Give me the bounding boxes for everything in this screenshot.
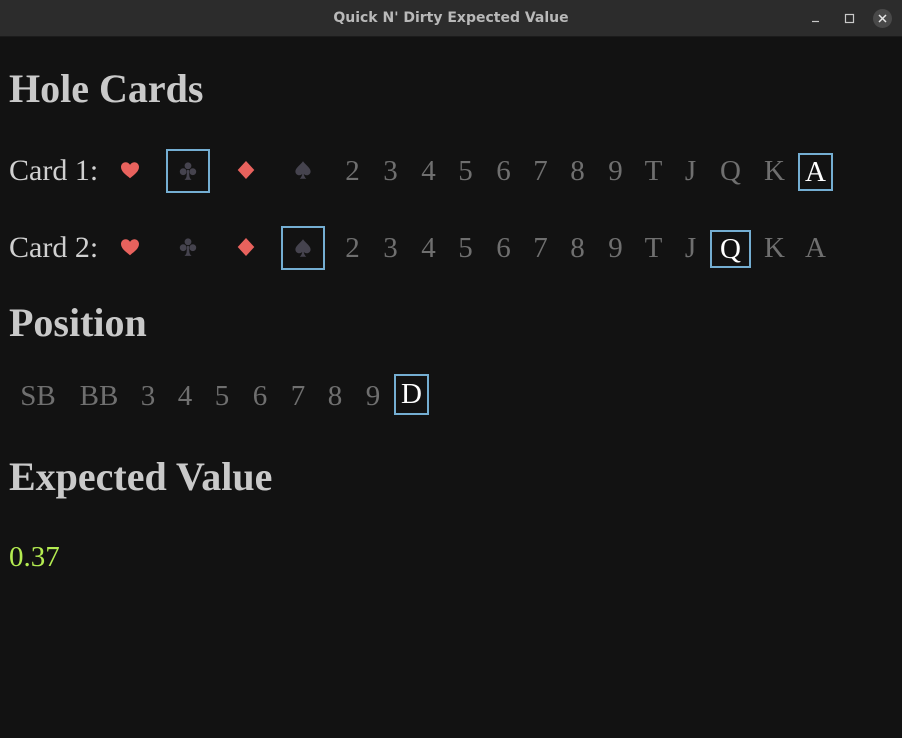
spade-icon xyxy=(295,161,311,179)
diamond-icon xyxy=(237,238,255,256)
card-2-rank-j-button[interactable]: J xyxy=(671,225,710,271)
card-1-rank-6-button[interactable]: 6 xyxy=(484,148,523,194)
minimize-icon xyxy=(812,20,819,23)
position-7-button[interactable]: 7 xyxy=(283,373,313,419)
window-titlebar[interactable]: Quick N' Dirty Expected Value xyxy=(0,0,902,37)
card-2-suit-club-button[interactable] xyxy=(166,225,210,269)
card-1-suit-diamond-button[interactable] xyxy=(224,148,268,192)
card-2-suit-heart-button[interactable] xyxy=(108,225,152,269)
maximize-button[interactable] xyxy=(840,9,859,28)
card-1-rank-2-button[interactable]: 2 xyxy=(333,148,372,194)
card-2-rank-8-button[interactable]: 8 xyxy=(558,225,597,271)
expected-value-heading: Expected Value xyxy=(9,454,273,499)
card-1-rank-q-button[interactable]: Q xyxy=(710,148,751,194)
position-row: SB BB 3 4 5 6 7 8 9 D xyxy=(0,373,902,419)
card-1-rank-7-button[interactable]: 7 xyxy=(521,148,560,194)
expected-value-output: 0.37 xyxy=(9,541,60,573)
hole-cards-heading: Hole Cards xyxy=(9,66,204,111)
card-2-label: Card 2: xyxy=(9,231,99,264)
position-heading: Position xyxy=(9,300,147,345)
card-1-rank-8-button[interactable]: 8 xyxy=(558,148,597,194)
position-5-button[interactable]: 5 xyxy=(207,373,237,419)
card-1-rank-t-button[interactable]: T xyxy=(634,148,673,194)
card-2-suit-spade-button[interactable] xyxy=(281,226,325,270)
card-2-rank-3-button[interactable]: 3 xyxy=(371,225,410,271)
card-1-rank-a-button[interactable]: A xyxy=(798,153,833,191)
card-1-rank-4-button[interactable]: 4 xyxy=(409,148,448,194)
minimize-button[interactable] xyxy=(806,9,825,28)
card-1-rank-k-button[interactable]: K xyxy=(754,148,795,194)
app-content: Hole Cards Card 1: 23456789TJQKA Card 2:… xyxy=(0,37,902,738)
card-2-rank-k-button[interactable]: K xyxy=(754,225,795,271)
card-2-rank-7-button[interactable]: 7 xyxy=(521,225,560,271)
heart-icon xyxy=(121,239,139,256)
position-d-button[interactable]: D xyxy=(394,374,429,415)
card-1-rank-3-button[interactable]: 3 xyxy=(371,148,410,194)
close-button[interactable] xyxy=(873,9,892,28)
card-1-rank-5-button[interactable]: 5 xyxy=(446,148,485,194)
position-sb-button[interactable]: SB xyxy=(12,373,64,419)
position-8-button[interactable]: 8 xyxy=(320,373,350,419)
card-1-suit-heart-button[interactable] xyxy=(108,148,152,192)
card-1-rank-9-button[interactable]: 9 xyxy=(596,148,635,194)
maximize-icon xyxy=(844,13,855,24)
card-2-rank-t-button[interactable]: T xyxy=(634,225,673,271)
heart-icon xyxy=(121,162,139,179)
card-1-rank-j-button[interactable]: J xyxy=(671,148,710,194)
card-1-label: Card 1: xyxy=(9,154,99,187)
card-2-rank-q-button[interactable]: Q xyxy=(710,230,751,268)
club-icon xyxy=(179,238,197,256)
position-6-button[interactable]: 6 xyxy=(245,373,275,419)
card-2-rank-4-button[interactable]: 4 xyxy=(409,225,448,271)
window-title: Quick N' Dirty Expected Value xyxy=(333,10,569,26)
card-2-row: Card 2: 23456789TJQKA xyxy=(0,225,902,271)
club-icon xyxy=(179,162,197,180)
position-bb-button[interactable]: BB xyxy=(74,373,124,419)
card-2-suit-diamond-button[interactable] xyxy=(224,225,268,269)
spade-icon xyxy=(295,239,311,257)
card-2-rank-a-button[interactable]: A xyxy=(798,225,833,271)
card-2-rank-5-button[interactable]: 5 xyxy=(446,225,485,271)
card-2-rank-2-button[interactable]: 2 xyxy=(333,225,372,271)
card-1-suit-spade-button[interactable] xyxy=(281,148,325,192)
position-4-button[interactable]: 4 xyxy=(170,373,200,419)
card-2-rank-6-button[interactable]: 6 xyxy=(484,225,523,271)
position-3-button[interactable]: 3 xyxy=(133,373,163,419)
diamond-icon xyxy=(237,161,255,179)
card-1-row: Card 1: 23456789TJQKA xyxy=(0,148,902,194)
close-icon xyxy=(878,14,887,23)
position-9-button[interactable]: 9 xyxy=(358,373,388,419)
card-2-rank-9-button[interactable]: 9 xyxy=(596,225,635,271)
card-1-suit-club-button[interactable] xyxy=(166,149,210,193)
